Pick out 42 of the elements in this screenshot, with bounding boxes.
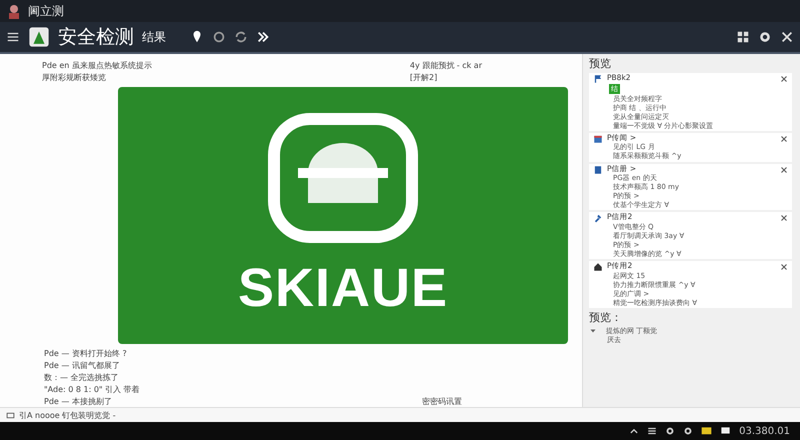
document-text: 数：— 全完选挑拣了 [44,372,120,383]
document-text: Pde en 虽来服点热敏系统提示 [42,60,152,71]
document-text: "Ade: 0 8 1: 0" 引入 带着 [44,384,140,395]
settings-icon[interactable] [758,30,772,44]
panel-title: 预览 [589,56,612,71]
app-subtitle: 结果 [142,28,166,46]
document-icon [593,164,603,175]
status-text: 引A noooe 钉包装明览觉 - [19,410,116,420]
gear-icon[interactable] [683,426,694,436]
refresh-icon[interactable] [234,30,248,44]
menu-icon[interactable] [647,426,658,436]
calendar-icon [593,134,603,144]
close-icon[interactable] [780,134,788,143]
document-text: [开解2] [410,72,438,83]
section-title: 预览： [589,310,623,325]
document-text: 密密码讯置 [422,396,462,407]
gear-icon[interactable] [665,426,676,436]
gear-icon[interactable] [212,30,226,44]
document-text: Pde — 讯留气都展了 [44,360,121,371]
helmet-logo-icon [268,112,418,242]
double-chevron-icon[interactable] [256,30,270,44]
document-text: 4y 跟能预扰 - ck ar [410,60,482,71]
window-title: 阃立测 [28,2,64,20]
close-icon[interactable] [780,214,788,222]
close-icon[interactable] [780,75,788,83]
document-text: Pde — 资料打开始终 ? [44,348,128,359]
document-text: Pde — 本接挑剔了 [44,396,113,407]
app-logo-icon [28,26,50,48]
close-icon[interactable] [780,166,788,174]
app-title: 安全检测 [58,25,134,50]
menu-icon[interactable] [6,30,20,44]
grid-icon[interactable] [736,30,750,44]
clock: 03.380.01 [739,426,790,436]
avatar-icon [6,3,22,19]
chevron-up-icon[interactable] [629,426,640,436]
document-text: 厚附彩规断获矮览 [42,72,107,83]
flag-icon [593,74,603,84]
house-icon [593,262,603,272]
caret-icon[interactable] [589,326,597,335]
logo-text: SKIAUE [238,256,448,318]
wrench-icon [593,213,603,224]
close-icon[interactable] [780,263,788,272]
